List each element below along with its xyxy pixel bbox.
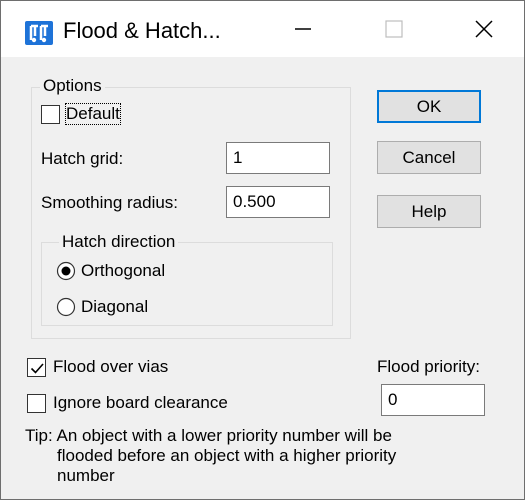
close-icon	[475, 20, 493, 38]
tip-text: Tip: An object with a lower priority num…	[25, 426, 505, 486]
window-title: Flood & Hatch...	[63, 18, 221, 43]
smoothing-radius-label: Smoothing radius:	[41, 193, 179, 212]
default-checkbox[interactable]	[41, 105, 60, 124]
orthogonal-radio[interactable]	[56, 261, 76, 281]
ignore-board-clearance-checkbox[interactable]	[27, 394, 46, 413]
maximize-button[interactable]	[363, 9, 423, 49]
minimize-button[interactable]	[271, 9, 331, 49]
hatch-grid-label: Hatch grid:	[41, 149, 124, 168]
help-button[interactable]: Help	[377, 195, 481, 228]
radio-unselected-icon	[56, 297, 76, 317]
options-group-caption: Options	[40, 77, 105, 95]
hatch-direction-caption: Hatch direction	[59, 233, 179, 251]
diagonal-radio[interactable]	[56, 297, 76, 317]
diagonal-radio-label[interactable]: Diagonal	[81, 297, 148, 317]
flood-hatch-dialog: Flood & Hatch... Options Default Hatch g…	[0, 0, 525, 500]
cancel-button[interactable]: Cancel	[377, 141, 481, 174]
ok-button[interactable]: OK	[377, 90, 481, 123]
ignore-board-clearance-label[interactable]: Ignore board clearance	[53, 393, 228, 413]
hatch-grid-input[interactable]: 1	[226, 142, 330, 174]
orthogonal-radio-label[interactable]: Orthogonal	[81, 261, 165, 281]
radio-selected-icon	[56, 261, 76, 281]
close-button[interactable]	[453, 9, 513, 49]
flood-priority-input[interactable]: 0	[381, 384, 485, 416]
dialog-client-area: Options Default Hatch grid: 1 Smoothing …	[1, 57, 524, 499]
tip-line-3: number	[57, 466, 115, 485]
flood-hatch-app-icon	[25, 21, 53, 45]
flood-priority-label: Flood priority:	[377, 357, 480, 376]
flood-over-vias-checkbox[interactable]	[27, 358, 46, 377]
checkmark-icon	[30, 363, 44, 374]
tip-line-2: flooded before an object with a higher p…	[57, 446, 397, 465]
flood-over-vias-label[interactable]: Flood over vias	[53, 357, 168, 377]
title-bar[interactable]: Flood & Hatch...	[1, 1, 524, 57]
tip-line-1: Tip: An object with a lower priority num…	[25, 426, 392, 445]
smoothing-radius-input[interactable]: 0.500	[226, 186, 330, 218]
minimize-icon	[295, 28, 311, 30]
default-checkbox-label[interactable]: Default	[65, 103, 121, 125]
maximize-icon	[385, 20, 403, 38]
